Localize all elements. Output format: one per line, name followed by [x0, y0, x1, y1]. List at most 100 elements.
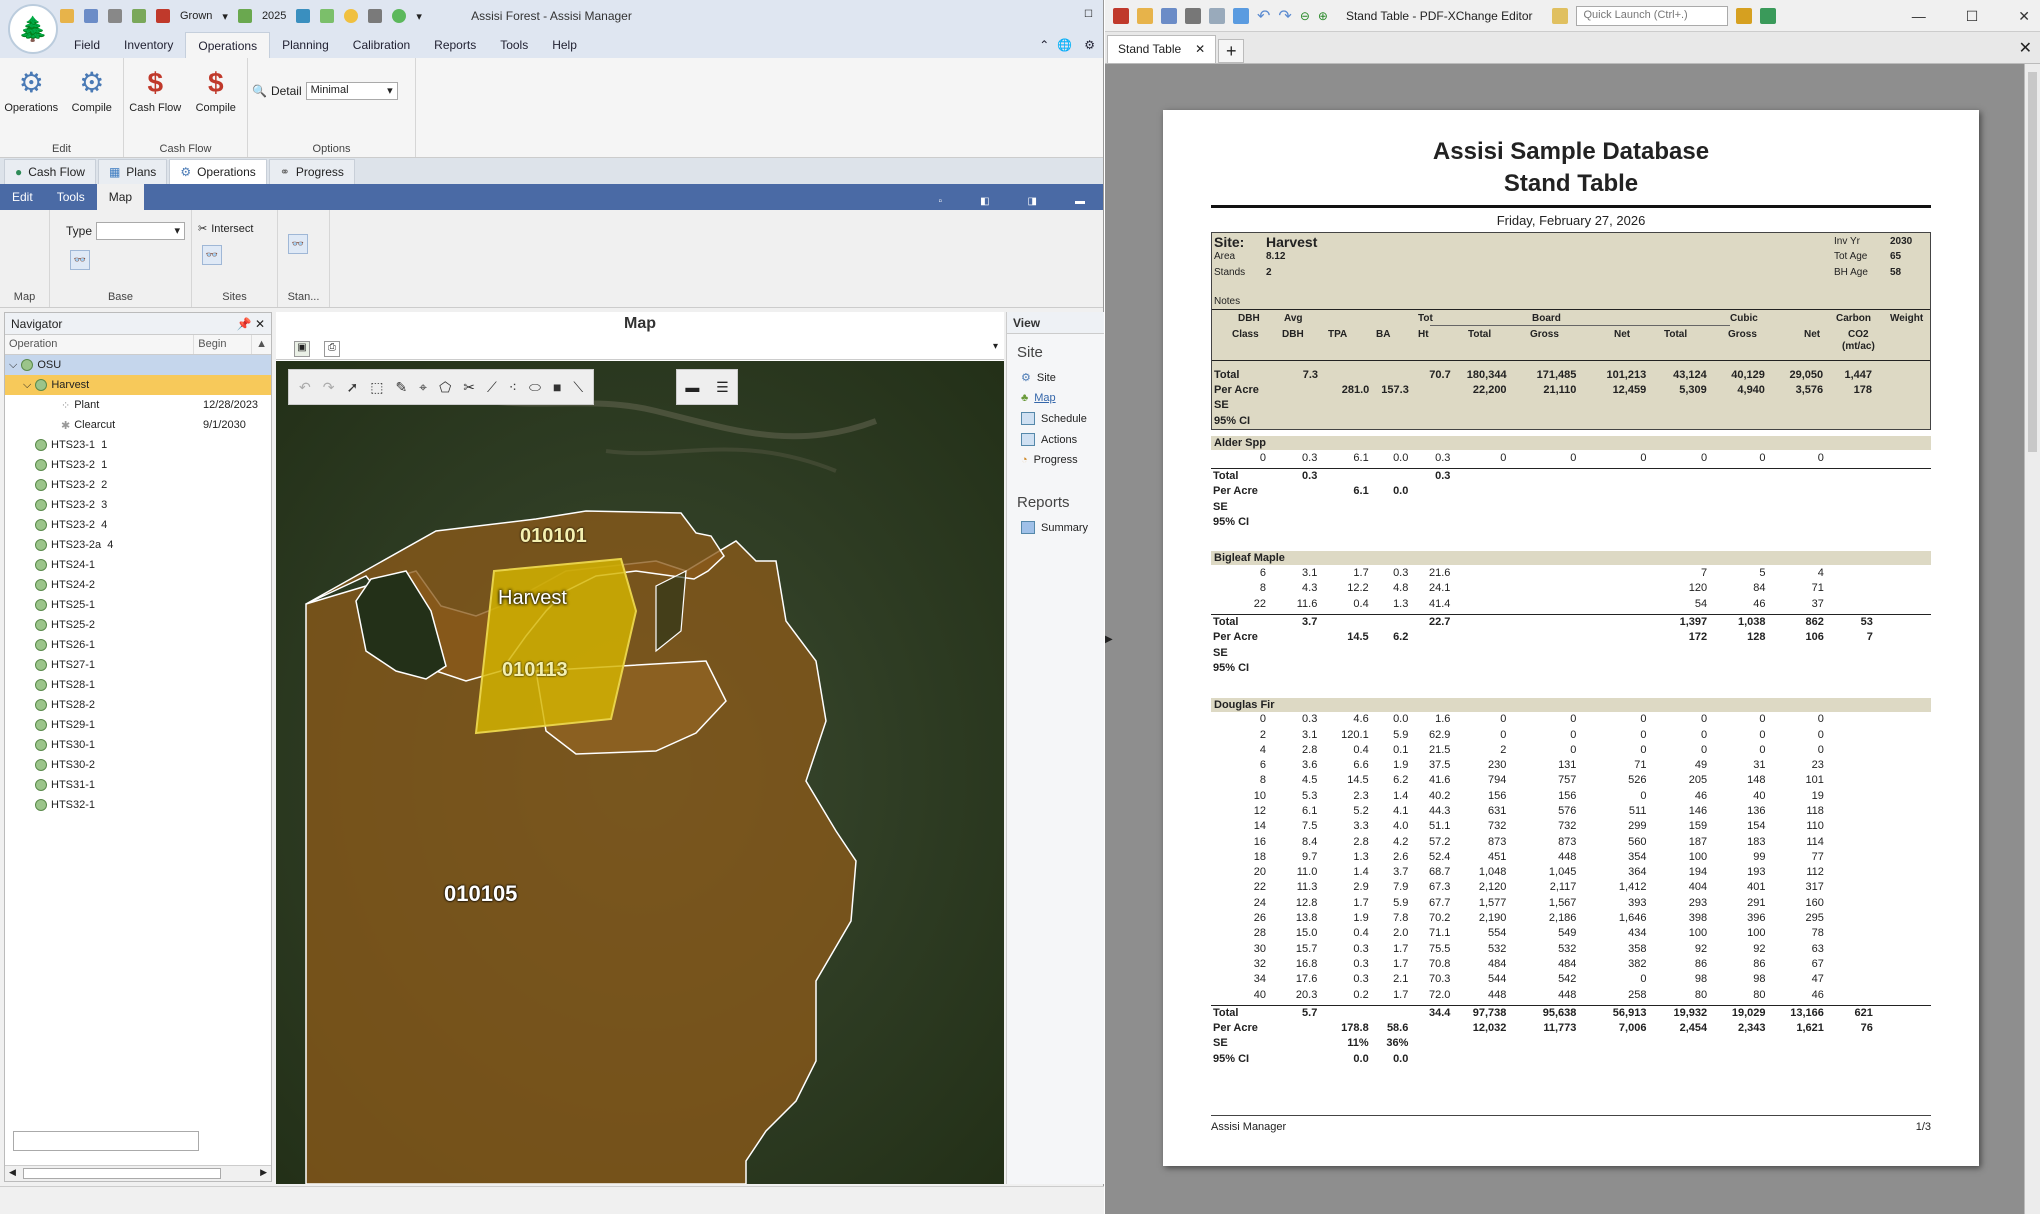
rectangle-icon[interactable]: ■	[553, 379, 561, 395]
ruler-icon[interactable]: ▬	[685, 379, 699, 395]
polygon-icon[interactable]: ⬠	[439, 379, 451, 396]
split-icon[interactable]: ✂	[463, 379, 475, 396]
layout-left-icon[interactable]: ◧	[968, 190, 1001, 213]
open-folder-icon[interactable]	[1137, 7, 1153, 24]
view-item-site[interactable]: ⚙ Site	[1007, 367, 1104, 388]
tree-item-plant[interactable]: ⁘ Plant 12/28/2023	[5, 395, 271, 415]
year-value[interactable]: 2025	[262, 10, 286, 22]
chevron-down-icon[interactable]: ▾	[222, 10, 228, 23]
view-item-progress[interactable]: ◔ Progress	[1007, 450, 1104, 470]
tree-item-stand[interactable]: HTS28-1	[5, 675, 271, 695]
maximize-pane-icon[interactable]: ▬	[1063, 190, 1097, 213]
subtab-tools[interactable]: Tools	[45, 184, 97, 210]
tree-item-stand[interactable]: HTS30-1	[5, 735, 271, 755]
navigator-search-input[interactable]	[13, 1131, 199, 1151]
tree-item-stand[interactable]: HTS32-1	[5, 795, 271, 815]
scroll-right-icon[interactable]: ▶	[260, 1167, 267, 1178]
assisi-logo[interactable]: 🌲	[8, 4, 58, 54]
tree-item-stand[interactable]: HTS26-1	[5, 635, 271, 655]
settings-icon[interactable]: ⚙	[1076, 32, 1103, 58]
view-item-actions[interactable]: Actions	[1007, 429, 1104, 450]
link-icon[interactable]	[108, 9, 122, 23]
maximize-icon[interactable]: ☐	[1966, 8, 1979, 25]
view-item-map[interactable]: ♣ Map	[1007, 388, 1104, 408]
close-tab-icon[interactable]: ✕	[1195, 42, 1205, 57]
globe-icon[interactable]: 🌐	[1053, 32, 1076, 58]
tree-item-stand[interactable]: HTS23-1 1	[5, 435, 271, 455]
side-panel-toggle-icon[interactable]: ▶	[1105, 634, 1113, 645]
tree-item-stand[interactable]: HTS28-2	[5, 695, 271, 715]
tree-item-stand[interactable]: HTS31-1	[5, 775, 271, 795]
pencil-icon[interactable]: ✎	[395, 379, 407, 396]
sort-up-icon[interactable]: ▲	[252, 335, 271, 354]
options-icon[interactable]	[1736, 7, 1753, 24]
save-icon[interactable]	[1161, 7, 1177, 24]
layers-icon[interactable]: ☰	[716, 379, 729, 396]
cash-flow-button[interactable]: $ Cash Flow	[128, 64, 183, 114]
tree-item-stand[interactable]: HTS23-2 3	[5, 495, 271, 515]
compile-cashflow-button[interactable]: $ Compile	[189, 64, 244, 114]
intersect-button[interactable]: ✂ Intersect	[198, 222, 271, 236]
tree-item-stand[interactable]: HTS24-2	[5, 575, 271, 595]
pdf-vscrollbar[interactable]	[2024, 64, 2040, 1214]
grown-label[interactable]: Grown	[180, 10, 212, 22]
scroll-left-icon[interactable]: ◀	[9, 1167, 16, 1178]
view-item-summary[interactable]: Summary	[1007, 517, 1104, 538]
print-icon[interactable]: ⎙	[324, 340, 340, 357]
tree-item-harvest[interactable]: ⌵ Harvest	[5, 375, 271, 395]
view-item-schedule[interactable]: Schedule	[1007, 408, 1104, 429]
ellipse-icon[interactable]: ⬭	[529, 379, 541, 396]
close-icon[interactable]: ✕	[255, 317, 265, 331]
map-svg[interactable]	[276, 361, 1004, 1184]
measure-line-icon[interactable]: ⟍	[573, 379, 583, 396]
redo-icon[interactable]: ↷	[323, 379, 335, 396]
tab-progress[interactable]: ⚭ Progress	[268, 159, 355, 184]
layout-right-icon[interactable]: ◨	[1016, 190, 1049, 213]
tree-item-stand[interactable]: HTS25-1	[5, 595, 271, 615]
print-icon[interactable]	[1185, 7, 1201, 24]
sites-binoculars-icon[interactable]: 👓	[202, 245, 222, 265]
pdf-scroll-thumb[interactable]	[2028, 72, 2037, 452]
tree-item-stand[interactable]: HTS24-1	[5, 555, 271, 575]
select-rect-icon[interactable]: ⬚	[370, 379, 383, 396]
type-select[interactable]: ▾	[96, 222, 185, 240]
quick-launch-input[interactable]: Quick Launch (Ctrl+.)	[1576, 5, 1729, 26]
line-icon[interactable]: ⟋	[487, 379, 497, 396]
compile-operations-button[interactable]: ⚙ Compile	[65, 64, 120, 114]
tree-item-stand[interactable]: HTS23-2 4	[5, 515, 271, 535]
tab-plans[interactable]: ▦ Plans	[97, 159, 168, 184]
pdf-document-view[interactable]: ▶ Assisi Sample Database Stand Table Fri…	[1105, 64, 2040, 1214]
subtab-map[interactable]: Map	[96, 184, 145, 210]
tree-item-stand[interactable]: HTS23-2 1	[5, 455, 271, 475]
fullscreen-icon[interactable]	[1760, 7, 1777, 24]
tab-stand-table[interactable]: Stand Table ✕	[1107, 35, 1217, 63]
menu-operations[interactable]: Operations	[185, 32, 271, 58]
map-icon[interactable]	[296, 9, 311, 23]
tree-item-stand[interactable]: HTS25-2	[5, 615, 271, 635]
pin-icon[interactable]: 📌	[237, 317, 252, 331]
restore-icon[interactable]: ☐	[1084, 9, 1093, 20]
palette-icon[interactable]	[1552, 7, 1569, 24]
float-icon[interactable]: ▫	[927, 190, 955, 213]
chevron-down-icon[interactable]: ▾	[993, 341, 998, 352]
pdf-app-icon[interactable]	[1113, 7, 1129, 24]
col-operation[interactable]: Operation	[5, 335, 195, 354]
pointer-icon[interactable]: ➚	[346, 379, 358, 396]
detail-select[interactable]: Minimal ▾	[305, 82, 398, 100]
menu-planning[interactable]: Planning	[270, 32, 341, 58]
operations-button[interactable]: ⚙ Operations	[4, 64, 59, 114]
minimize-icon[interactable]: —	[1912, 8, 1926, 25]
tree-item-stand[interactable]: HTS27-1	[5, 655, 271, 675]
menu-reports[interactable]: Reports	[422, 32, 488, 58]
menu-inventory[interactable]: Inventory	[112, 32, 185, 58]
stand-binoculars-icon[interactable]: 👓	[288, 234, 308, 254]
subtab-edit[interactable]: Edit	[0, 184, 45, 210]
col-begin[interactable]: Begin	[194, 335, 253, 354]
dollar-icon[interactable]	[392, 9, 407, 23]
new-tab-button[interactable]: +	[1218, 39, 1245, 63]
grown-icon[interactable]	[156, 9, 170, 23]
menu-help[interactable]: Help	[540, 32, 589, 58]
tree-item-stand[interactable]: HTS30-2	[5, 755, 271, 775]
customize-qat-icon[interactable]: ▾	[416, 10, 422, 23]
menu-calibration[interactable]: Calibration	[341, 32, 422, 58]
